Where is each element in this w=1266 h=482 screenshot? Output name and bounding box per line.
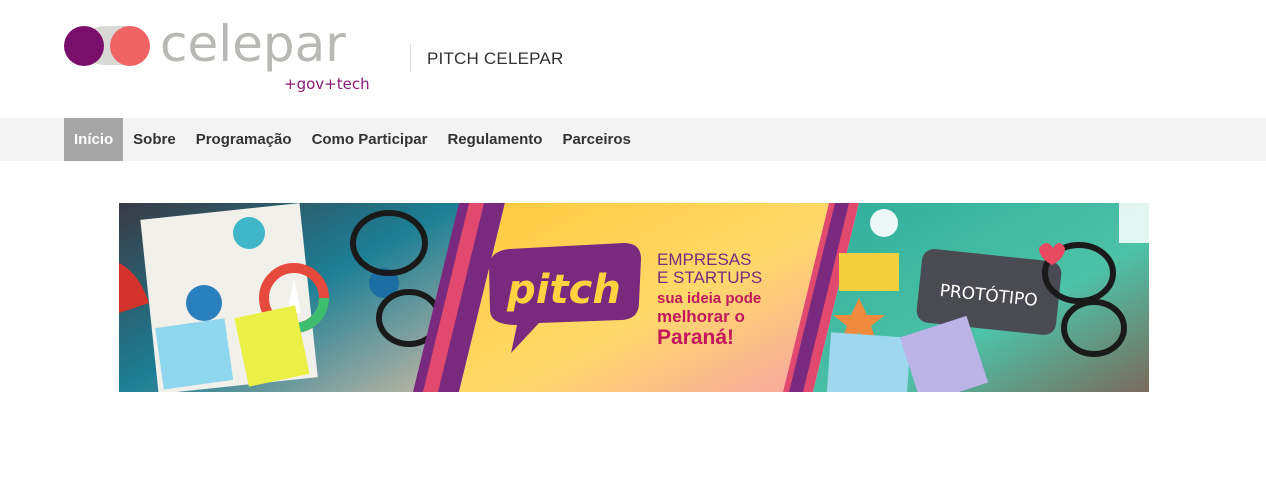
nav-item-sobre[interactable]: Sobre [123, 118, 186, 161]
logo-dot-coral [110, 26, 150, 66]
logo-wordmark: celepar [160, 15, 346, 73]
header-divider [410, 44, 411, 72]
globe-icon [870, 209, 898, 237]
yellow-card [839, 253, 899, 291]
main-navigation: Início Sobre Programação Como Participar… [0, 118, 1266, 161]
nav-item-programacao[interactable]: Programação [186, 118, 302, 161]
celepar-logo[interactable]: celepar +gov+tech [64, 15, 394, 98]
lightbulb-icon [233, 217, 265, 249]
nav-item-inicio[interactable]: Início [64, 118, 124, 161]
chart-icon [186, 285, 222, 321]
headline-empresas: EMPRESAS [657, 250, 751, 269]
pitch-logo-text: pitch [506, 267, 621, 313]
sticky-note-conceito [155, 318, 234, 390]
slogan-line-2: melhorar o [657, 307, 745, 326]
logo-dot-purple [64, 26, 104, 66]
pitch-banner[interactable]: pitch EMPRESAS E STARTUPS sua ideia pode… [119, 203, 1149, 392]
logo-tagline: +gov+tech [284, 75, 370, 93]
slogan-line-1: sua ideia pode [657, 290, 761, 307]
nav-item-regulamento[interactable]: Regulamento [437, 118, 552, 161]
site-title[interactable]: PITCH CELEPAR [427, 49, 563, 69]
banner-artwork: pitch EMPRESAS E STARTUPS sua ideia pode… [119, 203, 1149, 392]
headline-startups: E STARTUPS [657, 268, 762, 287]
slogan-line-3: Paraná! [657, 326, 734, 349]
right-paper [1119, 203, 1149, 243]
nav-item-parceiros[interactable]: Parceiros [552, 118, 640, 161]
site-header: celepar +gov+tech PITCH CELEPAR [0, 0, 1266, 118]
sticky-note-prototipo [826, 332, 911, 392]
nav-item-como-participar[interactable]: Como Participar [302, 118, 438, 161]
